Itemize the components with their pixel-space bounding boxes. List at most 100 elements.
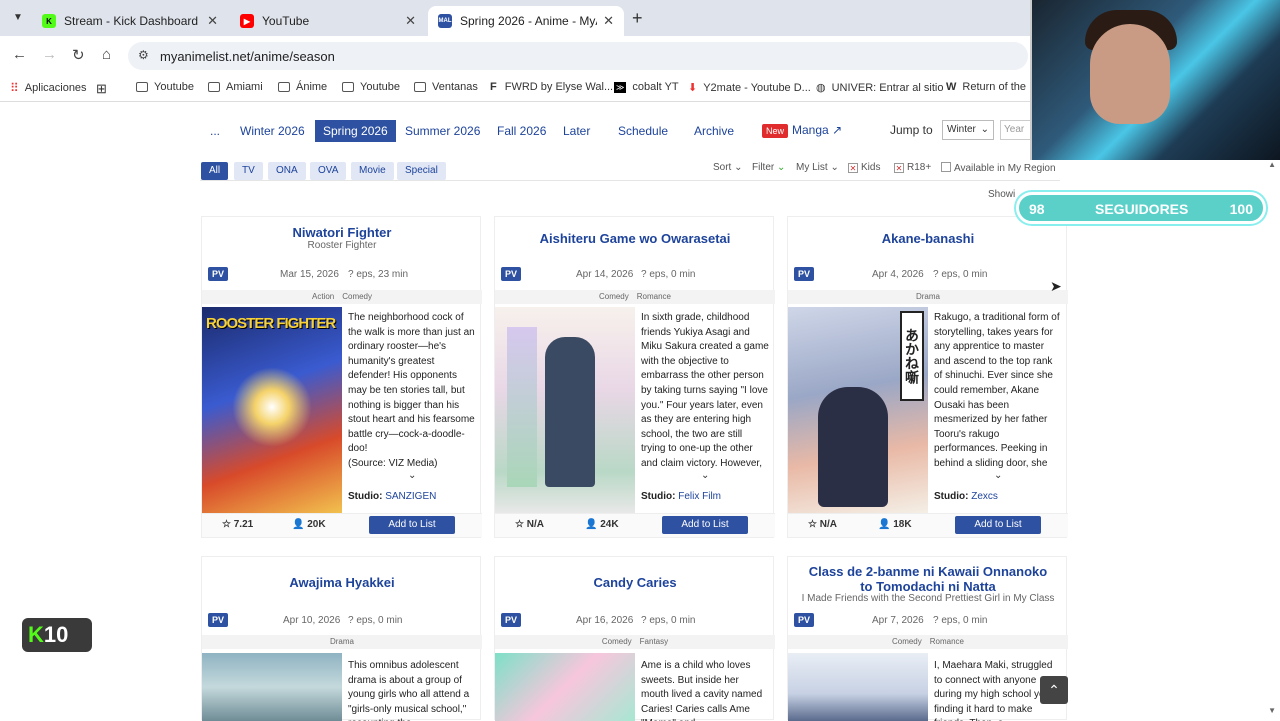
pv-badge[interactable]: PV bbox=[208, 613, 228, 627]
anime-title[interactable]: Awajima Hyakkei bbox=[202, 575, 482, 590]
tab-myanimelist[interactable]: MAL Spring 2026 - Anime - MyAnim ✕ bbox=[428, 6, 624, 36]
genre-tag[interactable]: Action bbox=[312, 292, 334, 301]
mylist-label: My List bbox=[796, 162, 828, 173]
filter-label: Filter bbox=[752, 162, 775, 173]
bookmark-apps[interactable]: ⠿ Aplicaciones bbox=[10, 81, 87, 95]
filter-dropdown[interactable]: Filter ⌄ bbox=[752, 162, 785, 173]
region-label: Available in My Region bbox=[954, 163, 1056, 174]
bookmark-y2mate[interactable]: ⬇ Y2mate - Youtube D... bbox=[688, 81, 811, 95]
bookmark-grid[interactable]: ⊞ bbox=[96, 81, 107, 97]
anime-title[interactable]: Candy Caries bbox=[495, 575, 775, 590]
genre-tag[interactable]: Romance bbox=[930, 637, 964, 646]
anime-title[interactable]: Akane-banashi bbox=[788, 231, 1068, 246]
genre-tag[interactable]: Fantasy bbox=[640, 637, 668, 646]
genre-tag[interactable]: Comedy bbox=[342, 292, 372, 301]
pv-badge[interactable]: PV bbox=[501, 613, 521, 627]
pv-badge[interactable]: PV bbox=[501, 267, 521, 281]
filter-special[interactable]: Special bbox=[397, 162, 446, 180]
genre-tag[interactable]: Comedy bbox=[892, 637, 922, 646]
filter-ova[interactable]: OVA bbox=[310, 162, 347, 180]
pv-badge[interactable]: PV bbox=[208, 267, 228, 281]
tab-search-chevron-icon[interactable]: ▼ bbox=[8, 8, 28, 28]
checkbox-icon bbox=[941, 162, 951, 172]
new-tab-icon[interactable]: + bbox=[632, 8, 643, 29]
filter-tv[interactable]: TV bbox=[234, 162, 263, 180]
genre-tag[interactable]: Comedy bbox=[602, 637, 632, 646]
filter-ona[interactable]: ONA bbox=[268, 162, 306, 180]
anime-poster[interactable]: ROOSTER FIGHTER bbox=[202, 307, 342, 513]
close-tab-icon[interactable]: ✕ bbox=[603, 13, 614, 29]
site-info-icon[interactable]: ⚙ bbox=[138, 48, 149, 62]
bookmark-cobalt[interactable]: ≫ cobalt YT bbox=[614, 81, 679, 93]
genre-bar: Comedy Fantasy bbox=[495, 635, 775, 649]
season-later[interactable]: Later bbox=[563, 124, 590, 138]
tab-kick-dashboard[interactable]: K Stream - Kick Dashboard ✕ bbox=[32, 6, 228, 36]
season-spring-2026[interactable]: Spring 2026 bbox=[315, 120, 396, 142]
close-tab-icon[interactable]: ✕ bbox=[405, 13, 416, 29]
anime-title[interactable]: Class de 2-banme ni Kawaii Onnanoko to T… bbox=[788, 564, 1068, 594]
bookmark-return[interactable]: W Return of the bbox=[946, 81, 1026, 93]
bookmark-fwrd[interactable]: F FWRD by Elyse Wal... bbox=[490, 81, 613, 93]
genre-tag[interactable]: Romance bbox=[637, 292, 671, 301]
filter-movie[interactable]: Movie bbox=[351, 162, 394, 180]
r18-checkbox[interactable]: ✕ R18+ bbox=[894, 162, 931, 173]
genre-tag[interactable]: Drama bbox=[330, 637, 354, 646]
manga-link[interactable]: New Manga ↗ bbox=[762, 123, 842, 138]
bookmark-folder[interactable]: Youtube bbox=[342, 81, 400, 93]
add-to-list-button[interactable]: Add to List bbox=[369, 516, 455, 534]
season-schedule[interactable]: Schedule bbox=[618, 124, 668, 138]
bookmark-folder[interactable]: Ánime bbox=[278, 81, 327, 93]
season-archive[interactable]: Archive bbox=[694, 124, 734, 138]
anime-poster[interactable]: あかね噺 bbox=[788, 307, 928, 513]
anime-poster[interactable] bbox=[495, 307, 635, 513]
anime-title[interactable]: Aishiteru Game wo Owarasetai bbox=[495, 231, 775, 246]
add-to-list-button[interactable]: Add to List bbox=[662, 516, 748, 534]
mylist-dropdown[interactable]: My List ⌄ bbox=[796, 162, 839, 173]
expand-synopsis-icon[interactable]: ⌄ bbox=[994, 470, 1002, 481]
kids-checkbox[interactable]: ✕ Kids bbox=[848, 162, 880, 173]
pv-badge[interactable]: PV bbox=[794, 267, 814, 281]
folder-icon bbox=[342, 82, 354, 92]
bookmark-univer[interactable]: ◍ UNIVER: Entrar al sitio bbox=[816, 81, 943, 95]
scrollbar-down-arrow-icon[interactable]: ▼ bbox=[1268, 706, 1276, 715]
expand-synopsis-icon[interactable]: ⌄ bbox=[408, 470, 416, 481]
studio-link[interactable]: SANZIGEN bbox=[385, 491, 436, 502]
season-winter-2026[interactable]: Winter 2026 bbox=[240, 124, 305, 138]
expand-synopsis-icon[interactable]: ⌄ bbox=[701, 470, 709, 481]
fwrd-logo-icon: F bbox=[490, 81, 497, 93]
genre-tag[interactable]: Comedy bbox=[599, 292, 629, 301]
season-select[interactable]: Winter ⌄ bbox=[942, 120, 994, 140]
season-fall-2026[interactable]: Fall 2026 bbox=[497, 124, 546, 138]
genre-tag[interactable]: Drama bbox=[916, 292, 940, 301]
studio-link[interactable]: Zexcs bbox=[971, 491, 998, 502]
scroll-to-top-button[interactable]: ⌃ bbox=[1040, 676, 1068, 704]
bookmark-folder[interactable]: Ventanas bbox=[414, 81, 478, 93]
forward-icon[interactable]: → bbox=[42, 46, 57, 63]
filter-all[interactable]: All bbox=[201, 162, 229, 180]
season-summer-2026[interactable]: Summer 2026 bbox=[405, 124, 480, 138]
anime-title[interactable]: Niwatori Fighter bbox=[202, 225, 482, 240]
anime-poster[interactable] bbox=[495, 653, 635, 721]
season-nav-more[interactable]: ... bbox=[210, 124, 220, 138]
anime-poster[interactable] bbox=[202, 653, 342, 721]
anime-card: Awajima Hyakkei PV Apr 10, 2026 ? eps, 0… bbox=[201, 556, 482, 721]
studio-link[interactable]: Felix Film bbox=[678, 491, 721, 502]
episodes: ? eps, 0 min bbox=[641, 269, 696, 280]
sort-dropdown[interactable]: Sort ⌄ bbox=[713, 162, 743, 173]
region-checkbox[interactable]: Available in My Region bbox=[941, 162, 1056, 174]
bookmark-folder[interactable]: Amiami bbox=[208, 81, 263, 93]
pv-badge[interactable]: PV bbox=[794, 613, 814, 627]
scrollbar-up-arrow-icon[interactable]: ▲ bbox=[1268, 160, 1276, 169]
back-icon[interactable]: ← bbox=[12, 46, 27, 63]
home-icon[interactable]: ⌂ bbox=[102, 46, 111, 63]
close-tab-icon[interactable]: ✕ bbox=[207, 13, 218, 29]
season-select-value: Winter bbox=[947, 124, 976, 135]
genre-bar: Drama bbox=[202, 635, 482, 649]
tab-youtube[interactable]: ▶ YouTube ✕ bbox=[230, 6, 426, 36]
bookmark-folder[interactable]: Youtube bbox=[136, 81, 194, 93]
add-to-list-button[interactable]: Add to List bbox=[955, 516, 1041, 534]
anime-poster[interactable] bbox=[788, 653, 928, 721]
reload-icon[interactable]: ↻ bbox=[72, 46, 85, 64]
studio-label: Studio: bbox=[641, 491, 676, 502]
url-text[interactable]: myanimelist.net/anime/season bbox=[160, 49, 335, 64]
